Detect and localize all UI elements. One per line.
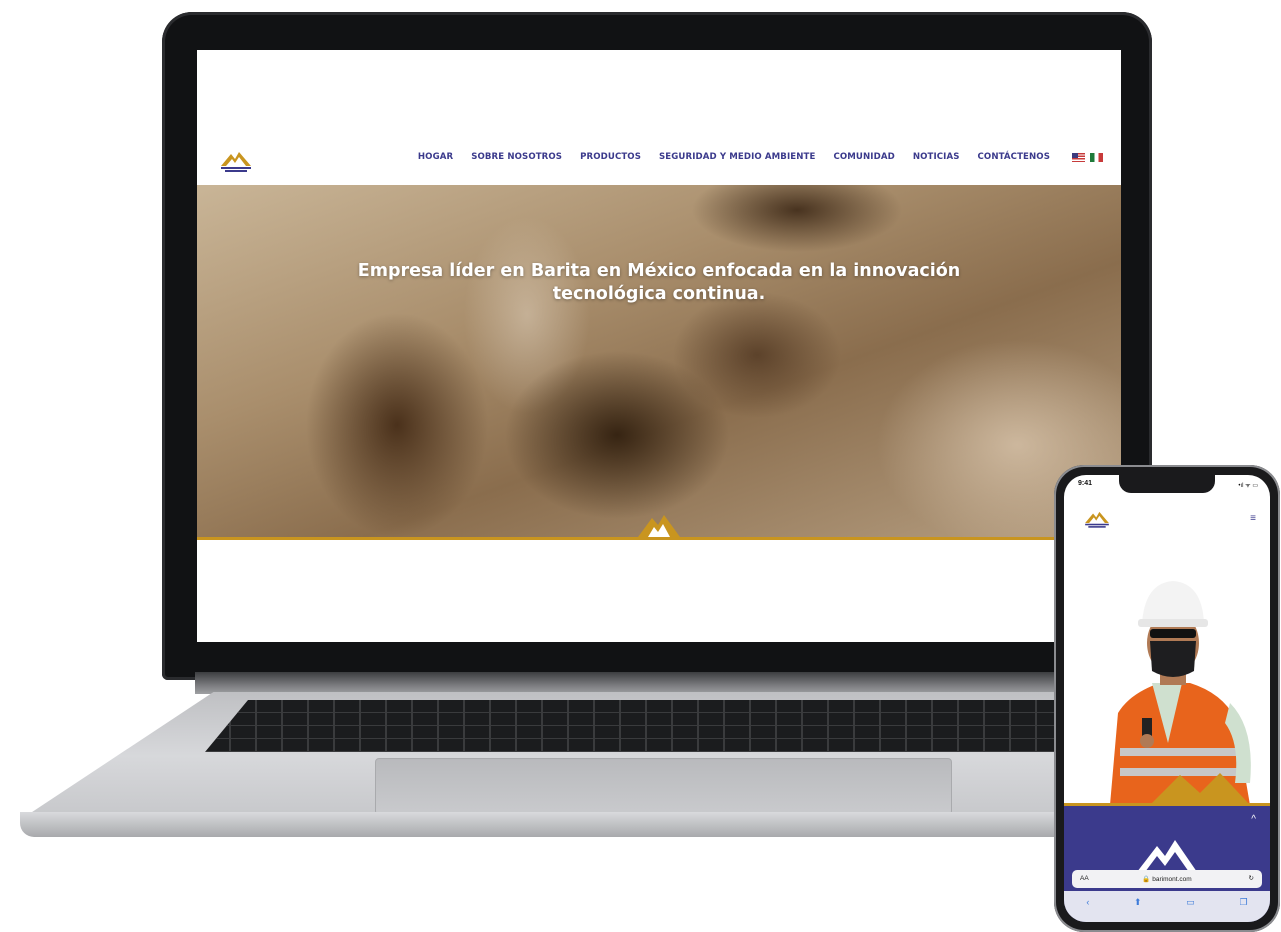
hero-divider bbox=[197, 537, 1121, 540]
phone-hero bbox=[1064, 543, 1270, 805]
main-nav: HOGAR SOBRE NOSOTROS PRODUCTOS SEGURIDAD… bbox=[418, 152, 1103, 162]
laptop-hinge bbox=[195, 672, 1120, 694]
hero-banner: Empresa líder en Barita en México enfoca… bbox=[197, 185, 1121, 537]
scroll-up-icon[interactable]: ^ bbox=[1251, 814, 1256, 825]
status-time: 9:41 bbox=[1078, 480, 1093, 487]
back-icon[interactable]: ‹ bbox=[1086, 897, 1089, 907]
language-switcher bbox=[1072, 152, 1103, 162]
nav-item-seguridad[interactable]: SEGURIDAD Y MEDIO AMBIENTE bbox=[659, 152, 815, 162]
mx-flag-icon[interactable] bbox=[1090, 152, 1103, 162]
nav-item-comunidad[interactable]: COMUNIDAD bbox=[833, 152, 894, 162]
hamburger-menu-icon[interactable]: ≡ bbox=[1250, 513, 1256, 524]
mountain-icon bbox=[1137, 840, 1197, 872]
barimont-logo-icon[interactable] bbox=[217, 146, 255, 176]
share-icon[interactable]: ⬆ bbox=[1134, 897, 1142, 908]
nav-item-sobre-nosotros[interactable]: SOBRE NOSOTROS bbox=[471, 152, 562, 162]
status-icons: •ıl ᯤ ▭ bbox=[1238, 483, 1258, 489]
us-flag-icon[interactable] bbox=[1072, 152, 1085, 162]
url-text[interactable]: 🔒 barimont.com bbox=[1072, 875, 1262, 883]
laptop-screen: HOGAR SOBRE NOSOTROS PRODUCTOS SEGURIDAD… bbox=[197, 50, 1121, 642]
laptop-front-edge bbox=[20, 812, 1095, 837]
worker-photo bbox=[1110, 581, 1251, 805]
site-header: HOGAR SOBRE NOSOTROS PRODUCTOS SEGURIDAD… bbox=[197, 50, 1121, 185]
mountain-icon bbox=[638, 515, 680, 537]
nav-item-noticias[interactable]: NOTICIAS bbox=[913, 152, 960, 162]
nav-item-hogar[interactable]: HOGAR bbox=[418, 152, 453, 162]
address-bar[interactable]: AA 🔒 barimont.com ↻ bbox=[1072, 870, 1262, 888]
bookmarks-icon[interactable]: ▭ bbox=[1186, 897, 1195, 908]
browser-toolbar: ‹ ⬆ ▭ ❐ bbox=[1064, 891, 1270, 922]
tabs-icon[interactable]: ❐ bbox=[1240, 897, 1248, 908]
nav-item-contactenos[interactable]: CONTÁCTENOS bbox=[978, 152, 1050, 162]
phone-notch bbox=[1119, 475, 1215, 493]
trackpad bbox=[375, 758, 952, 815]
barimont-logo-icon[interactable] bbox=[1082, 507, 1112, 531]
keyboard bbox=[205, 700, 1065, 752]
phone-screen: 9:41 •ıl ᯤ ▭ ≡ ^ AA 🔒 barimont.com ↻ ‹ ⬆… bbox=[1064, 475, 1270, 922]
hero-title: Empresa líder en Barita en México enfoca… bbox=[357, 261, 961, 304]
nav-item-productos[interactable]: PRODUCTOS bbox=[580, 152, 641, 162]
reload-icon[interactable]: ↻ bbox=[1249, 874, 1254, 882]
